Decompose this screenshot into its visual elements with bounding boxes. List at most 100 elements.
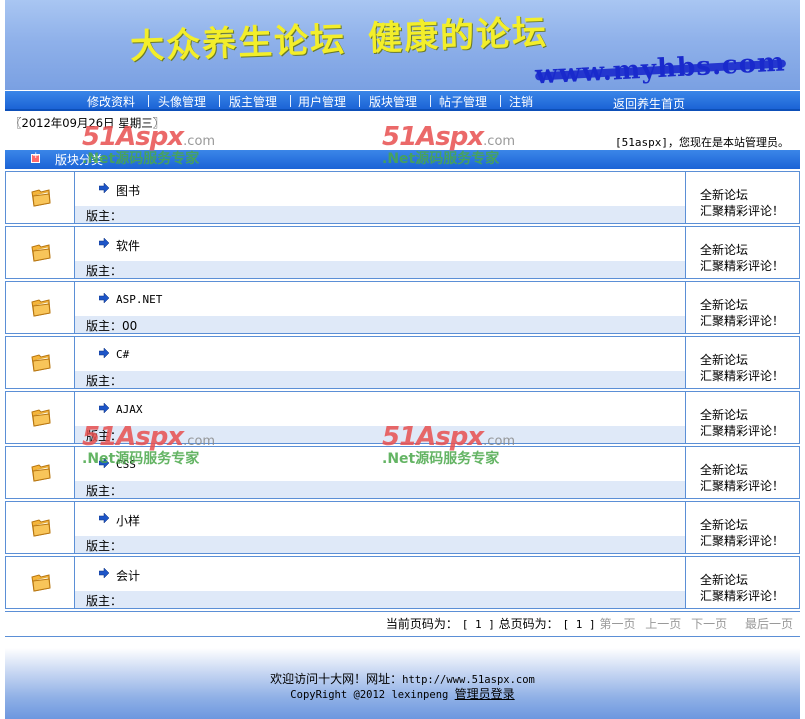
moderator-label: 版主： <box>86 374 123 388</box>
forum-main-cell: C# 版主： <box>75 337 685 388</box>
forum-row: 图书 版主： 全新论坛 汇聚精彩评论！ <box>5 171 800 224</box>
watermark-logo: 51Aspx.com <box>382 122 515 152</box>
nav-moderator-manage[interactable]: 版主管理 <box>229 93 277 110</box>
forum-row: 小样 版主： 全新论坛 汇聚精彩评论！ <box>5 501 800 554</box>
moderator-strip: 版主： <box>75 426 685 443</box>
forum-icon-cell <box>6 172 75 223</box>
footer-copyright: CopyRight @2012 lexinpeng <box>290 689 449 701</box>
moderator-strip: 版主： <box>75 536 685 553</box>
arrow-right-icon <box>99 403 109 413</box>
category-title: 版块分类 <box>55 153 104 167</box>
forum-main-cell: AJAX 版主： <box>75 392 685 443</box>
pager-current-label: 当前页码为： <box>385 617 458 631</box>
pager-divider <box>5 611 800 612</box>
moderator-label: 版主： <box>86 484 123 498</box>
forum-name-link[interactable]: 图书 <box>116 182 140 199</box>
forum-icon-cell <box>6 337 75 388</box>
moderator-strip: 版主： <box>75 481 685 498</box>
forum-icon-cell <box>6 557 75 608</box>
forum-name-link[interactable]: 会计 <box>116 567 140 584</box>
pager-current-value: [ 1 ] <box>461 618 495 631</box>
forum-name-link[interactable]: C# <box>116 348 129 361</box>
moderator-label: 版主： <box>86 209 123 223</box>
nav-user-manage[interactable]: 用户管理 <box>298 93 346 110</box>
arrow-right-icon <box>99 513 109 523</box>
forum-tagline-1: 全新论坛 <box>700 188 749 202</box>
nav-back-home[interactable]: 返回养生首页 <box>613 95 685 112</box>
folder-icon <box>31 464 51 482</box>
forum-row: AJAX 版主： 全新论坛 汇聚精彩评论！ <box>5 391 800 444</box>
current-date: 〖2012年09月26日 星期三〗 <box>10 116 165 130</box>
nav-edit-profile[interactable]: 修改资料 <box>87 93 135 110</box>
forum-row: C# 版主： 全新论坛 汇聚精彩评论！ <box>5 336 800 389</box>
folder-icon <box>31 409 51 427</box>
forum-side-cell: 全新论坛 汇聚精彩评论！ <box>685 447 799 498</box>
forum-name-link[interactable]: ASP.NET <box>116 293 162 306</box>
nav-board-manage[interactable]: 版块管理 <box>369 93 417 110</box>
nav-divider <box>500 95 501 107</box>
pager-divider-bottom <box>5 636 800 637</box>
banner-title-part1: 大众养生论坛 <box>129 19 347 68</box>
moderator-strip: 版主： <box>75 206 685 223</box>
forum-icon-cell <box>6 282 75 333</box>
forum-main-cell: CSS 版主： <box>75 447 685 498</box>
nav-divider <box>359 95 360 107</box>
nav-avatar-manage[interactable]: 头像管理 <box>158 93 206 110</box>
pager-last-link[interactable]: 最后一页 <box>745 617 793 631</box>
pager-next-link[interactable]: 下一页 <box>691 617 727 631</box>
forum-tagline-2: 汇聚精彩评论！ <box>700 424 785 438</box>
moderator-label: 版主： <box>86 539 123 553</box>
forum-tagline-2: 汇聚精彩评论！ <box>700 534 785 548</box>
forum-side-cell: 全新论坛 汇聚精彩评论！ <box>685 502 799 553</box>
banner-title: 大众养生论坛 健康的论坛 <box>129 5 549 69</box>
moderator-label: 版主： <box>86 429 123 443</box>
pager-total-value: [ 1 ] <box>562 618 596 631</box>
nav-divider <box>148 95 149 107</box>
nav-post-manage[interactable]: 帖子管理 <box>439 93 487 110</box>
forum-main-cell: 会计 版主： <box>75 557 685 608</box>
category-header: 版块分类 <box>5 150 800 169</box>
pager: 当前页码为： [ 1 ] 总页码为： [ 1 ] 第一页 上一页 下一页 最后一… <box>386 615 793 632</box>
forum-name-link[interactable]: 软件 <box>116 237 140 254</box>
forum-row: CSS 版主： 全新论坛 汇聚精彩评论！ <box>5 446 800 499</box>
forum-main-cell: 小样 版主： <box>75 502 685 553</box>
forum-tagline-1: 全新论坛 <box>700 353 749 367</box>
moderator-strip: 版主：00 <box>75 316 685 333</box>
forum-list: 图书 版主： 全新论坛 汇聚精彩评论！ 软件 版主： 全新论坛 汇聚精彩评论！ … <box>5 171 800 611</box>
nav-divider <box>430 95 431 107</box>
forum-tagline-2: 汇聚精彩评论！ <box>700 204 785 218</box>
folder-icon <box>31 354 51 372</box>
forum-row: 会计 版主： 全新论坛 汇聚精彩评论！ <box>5 556 800 609</box>
moderator-strip: 版主： <box>75 261 685 278</box>
moderator-strip: 版主： <box>75 371 685 388</box>
banner-title-part2: 健康的论坛 <box>367 12 549 59</box>
nav-logout[interactable]: 注销 <box>509 93 533 110</box>
page-footer: 欢迎访问十大网！网址：http://www.51aspx.com CopyRig… <box>5 648 800 719</box>
forum-tagline-2: 汇聚精彩评论！ <box>700 479 785 493</box>
moderator-strip: 版主： <box>75 591 685 608</box>
folder-icon <box>31 189 51 207</box>
forum-side-cell: 全新论坛 汇聚精彩评论！ <box>685 392 799 443</box>
pager-prev-link[interactable]: 上一页 <box>645 617 681 631</box>
forum-name-link[interactable]: AJAX <box>116 403 143 416</box>
forum-side-cell: 全新论坛 汇聚精彩评论！ <box>685 337 799 388</box>
admin-login-link[interactable]: 管理员登录 <box>455 687 515 701</box>
forum-tagline-2: 汇聚精彩评论！ <box>700 369 785 383</box>
forum-side-cell: 全新论坛 汇聚精彩评论！ <box>685 172 799 223</box>
pager-first-link[interactable]: 第一页 <box>599 617 635 631</box>
nav-divider <box>290 95 291 107</box>
forum-icon-cell <box>6 392 75 443</box>
plus-bullet-icon <box>31 151 40 163</box>
forum-icon-cell <box>6 447 75 498</box>
forum-tagline-2: 汇聚精彩评论！ <box>700 314 785 328</box>
footer-copyright-line: CopyRight @2012 lexinpeng 管理员登录 <box>5 685 800 702</box>
arrow-right-icon <box>99 348 109 358</box>
forum-name-link[interactable]: CSS <box>116 458 136 471</box>
moderator-label: 版主： <box>86 264 123 278</box>
forum-icon-cell <box>6 502 75 553</box>
forum-tagline-1: 全新论坛 <box>700 573 749 587</box>
forum-name-link[interactable]: 小样 <box>116 512 140 529</box>
admin-nav-bar: 修改资料 头像管理 版主管理 用户管理 版块管理 帖子管理 注销 返回养生首页 <box>5 91 800 111</box>
forum-row: 软件 版主： 全新论坛 汇聚精彩评论！ <box>5 226 800 279</box>
watermark-logo-text: 51Aspx <box>382 122 484 152</box>
